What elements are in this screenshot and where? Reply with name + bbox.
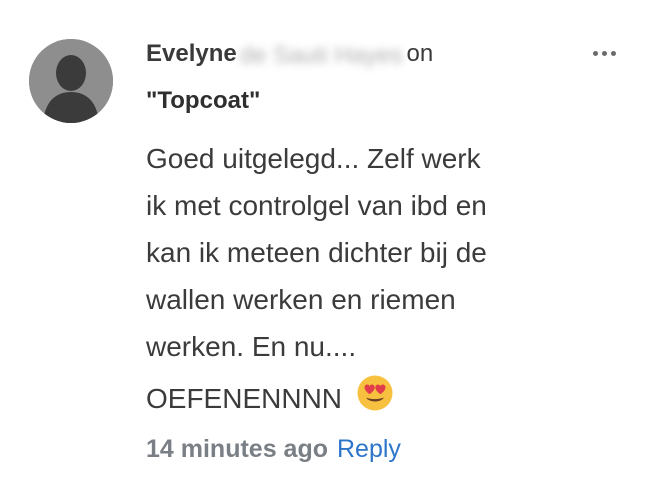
on-connector: on: [406, 40, 434, 67]
comment-footer: 14 minutes ago Reply: [146, 431, 401, 467]
more-dot-icon: [601, 50, 607, 56]
comment-body-line: ik met controlgel van ibd en: [146, 190, 487, 221]
comment-card: Evelyne de Sauti Hayes on " Topcoat " Go…: [0, 0, 660, 502]
comment-body-text: OEFENENNNN: [146, 383, 343, 414]
comment-body: Goed uitgelegd... Zelf werk ik met contr…: [146, 135, 566, 422]
comment-body-line: wallen werken en riemen: [146, 284, 456, 315]
author-name[interactable]: Evelyne: [146, 40, 237, 68]
default-user-silhouette-icon: [29, 39, 113, 123]
close-quote: ": [248, 87, 261, 114]
post-title-link[interactable]: " Topcoat ": [146, 85, 260, 117]
comment-body-line-with-emoji: OEFENENNNN: [146, 370, 566, 422]
more-dot-icon: [610, 50, 616, 56]
reply-button[interactable]: Reply: [337, 435, 401, 464]
comment-body-line: werken. En nu....: [146, 331, 357, 362]
comment-body-line: kan ik meteen dichter bij de: [146, 237, 487, 268]
comment-body-line: Goed uitgelegd... Zelf werk: [146, 143, 481, 174]
comment-timestamp: 14 minutes ago: [146, 434, 328, 463]
obscured-author-surname: de Sauti Hayes: [239, 42, 403, 69]
avatar[interactable]: [29, 39, 113, 123]
open-quote: ": [146, 87, 158, 114]
more-dot-icon: [592, 50, 598, 56]
more-options-button[interactable]: [585, 40, 623, 66]
post-title[interactable]: Topcoat: [157, 87, 249, 115]
comment-header: Evelyne de Sauti Hayes on: [146, 38, 433, 70]
heart-eyes-emoji-icon: [356, 374, 394, 412]
